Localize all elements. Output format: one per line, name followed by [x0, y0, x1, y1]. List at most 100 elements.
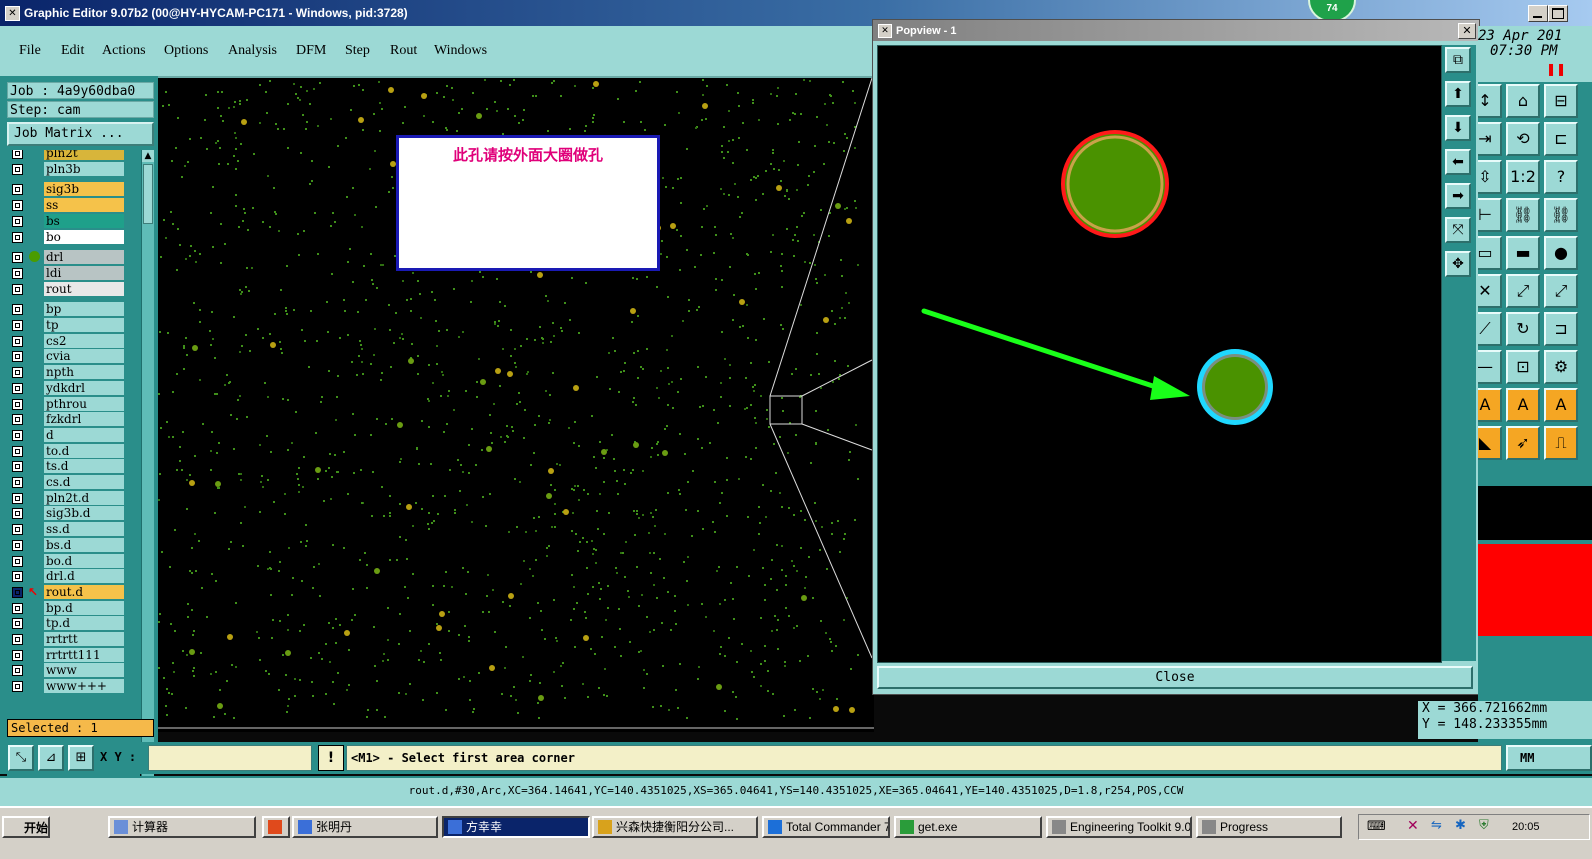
- layer-row-ydkdrl[interactable]: ydkdrl: [7, 380, 140, 396]
- layer-name[interactable]: npth: [44, 365, 124, 380]
- editor-tool-icon[interactable]: ⛓: [1544, 198, 1578, 232]
- popview-zoom-icon[interactable]: ⧉: [1445, 47, 1471, 73]
- layer-row-bo[interactable]: bo: [7, 229, 140, 245]
- scroll-thumb[interactable]: [143, 164, 153, 224]
- menu-actions[interactable]: Actions: [102, 43, 146, 59]
- editor-tool-icon[interactable]: ⤢: [1544, 274, 1578, 308]
- layer-checkbox[interactable]: [12, 351, 23, 363]
- layer-row-cvia[interactable]: cvia: [7, 349, 140, 364]
- popview-right-icon[interactable]: ➡: [1445, 183, 1471, 209]
- layer-name[interactable]: rout: [44, 281, 124, 296]
- popview-down-icon[interactable]: ⬇: [1445, 115, 1471, 141]
- layer-checkbox[interactable]: [12, 320, 23, 331]
- editor-tool-icon[interactable]: ⊟: [1544, 84, 1578, 118]
- popview-up-icon[interactable]: ⬆: [1445, 81, 1471, 107]
- editor-tool-icon[interactable]: ⊡: [1506, 350, 1540, 384]
- editor-tool-icon[interactable]: ➶: [1506, 426, 1540, 460]
- layer-name[interactable]: sig3b.d: [44, 506, 124, 521]
- editor-tool-icon[interactable]: ◣: [1478, 426, 1502, 460]
- layer-checkbox[interactable]: [12, 367, 23, 379]
- editor-tool-icon[interactable]: ⛓: [1506, 198, 1540, 232]
- editor-tool-icon[interactable]: ⌂: [1506, 84, 1540, 118]
- menu-analysis[interactable]: Analysis: [228, 43, 277, 59]
- layer-row-d[interactable]: d: [7, 427, 140, 443]
- tray-bluetooth-icon[interactable]: ✱: [1455, 818, 1466, 833]
- layer-name[interactable]: pthrou: [44, 396, 124, 411]
- layer-checkbox[interactable]: [12, 267, 23, 279]
- menu-step[interactable]: Step: [345, 43, 370, 59]
- layer-name[interactable]: cs2: [44, 333, 124, 348]
- layer-row-tp[interactable]: tp: [7, 318, 140, 333]
- editor-tool-icon[interactable]: ⊢: [1478, 198, 1502, 232]
- layer-name[interactable]: bo.d: [44, 553, 124, 568]
- editor-tool-icon[interactable]: ▭: [1478, 236, 1502, 270]
- layer-checkbox[interactable]: [12, 649, 23, 661]
- layer-row-rout-d[interactable]: ↖ rout.d: [7, 584, 140, 600]
- layer-row-ts-d[interactable]: ts.d: [7, 459, 140, 474]
- tray-close-icon[interactable]: ✕: [1407, 818, 1419, 834]
- layer-row-ldi[interactable]: ldi: [7, 265, 140, 281]
- editor-tool-icon[interactable]: ⟋: [1478, 312, 1502, 346]
- taskbar-item[interactable]: 兴森快捷衡阳分公司...: [592, 816, 758, 838]
- layer-name[interactable]: ss.d: [44, 522, 124, 537]
- layer-checkbox[interactable]: [12, 283, 23, 295]
- tray-keyboard-icon[interactable]: ⌨: [1367, 819, 1386, 834]
- editor-tool-icon[interactable]: —: [1478, 350, 1502, 384]
- editor-tool-icon[interactable]: ⇥: [1478, 122, 1502, 156]
- scroll-up-icon[interactable]: ▲: [142, 150, 154, 162]
- layer-row-sig3b-d[interactable]: sig3b.d: [7, 506, 140, 521]
- layer-checkbox[interactable]: [12, 414, 23, 426]
- taskbar-item[interactable]: [262, 816, 290, 838]
- maximize-button[interactable]: [1548, 5, 1568, 22]
- layer-row-tp-d[interactable]: tp.d: [7, 616, 140, 631]
- menu-options[interactable]: Options: [164, 43, 208, 59]
- layer-row-to-d[interactable]: to.d: [7, 443, 140, 459]
- layer-row-rrtrtt111[interactable]: rrtrtt111: [7, 647, 140, 663]
- editor-tool-icon[interactable]: 1:2: [1506, 160, 1540, 194]
- editor-tool-icon[interactable]: ⊐: [1544, 312, 1578, 346]
- layer-name[interactable]: to.d: [44, 443, 124, 458]
- editor-tool-icon[interactable]: ↻: [1506, 312, 1540, 346]
- layer-checkbox[interactable]: [12, 231, 23, 243]
- layer-name[interactable]: ldi: [44, 265, 124, 280]
- layer-name[interactable]: ss: [44, 198, 124, 213]
- layer-row-rrtrtt[interactable]: rrtrtt: [7, 632, 140, 647]
- editor-tool-icon[interactable]: ●: [1544, 236, 1578, 270]
- job-matrix-button[interactable]: Job Matrix ...: [7, 122, 154, 146]
- grid-icon[interactable]: ⊞: [68, 745, 94, 771]
- editor-tool-icon[interactable]: ⎍: [1544, 426, 1578, 460]
- layer-checkbox[interactable]: [12, 445, 23, 457]
- layer-checkbox[interactable]: [12, 602, 23, 614]
- layer-checkbox[interactable]: [12, 382, 23, 394]
- layer-checkbox[interactable]: [12, 524, 23, 536]
- unit-selector[interactable]: MM: [1506, 745, 1592, 771]
- layer-name[interactable]: tp: [44, 318, 124, 332]
- layer-row-fzkdrl[interactable]: fzkdrl: [7, 412, 140, 427]
- taskbar-item[interactable]: Progress: [1196, 816, 1342, 838]
- popview-fit-icon[interactable]: ⤧: [1445, 217, 1471, 243]
- layer-name[interactable]: bs.d: [44, 537, 124, 552]
- taskbar-item[interactable]: get.exe: [894, 816, 1042, 838]
- layer-name[interactable]: pln2t.d: [44, 490, 124, 505]
- layer-row-drl-d[interactable]: drl.d: [7, 569, 140, 584]
- color-swatch-red[interactable]: [1478, 544, 1592, 636]
- layer-row-pln3b[interactable]: pln3b: [7, 161, 140, 177]
- menu-dfm[interactable]: DFM: [296, 43, 326, 59]
- layer-name[interactable]: bo: [44, 229, 124, 244]
- layer-checkbox[interactable]: [12, 335, 23, 347]
- layer-checkbox[interactable]: [12, 492, 23, 504]
- layer-checkbox[interactable]: [12, 398, 23, 410]
- snap-icon[interactable]: ⤡: [8, 745, 34, 771]
- layer-checkbox[interactable]: [12, 163, 23, 175]
- editor-tool-icon[interactable]: ↕: [1478, 84, 1502, 118]
- editor-tool-icon[interactable]: ⇳: [1478, 160, 1502, 194]
- start-button[interactable]: 开始: [2, 816, 50, 838]
- taskbar-item[interactable]: 计算器: [108, 816, 256, 838]
- layer-name[interactable]: rrtrtt111: [44, 647, 124, 662]
- layer-row-ss-d[interactable]: ss.d: [7, 522, 140, 537]
- editor-tool-icon[interactable]: ?: [1544, 160, 1578, 194]
- layer-checkbox[interactable]: [12, 429, 23, 441]
- layer-name[interactable]: fzkdrl: [44, 412, 124, 427]
- layer-checkbox[interactable]: [12, 184, 23, 196]
- layer-name[interactable]: cvia: [44, 349, 124, 364]
